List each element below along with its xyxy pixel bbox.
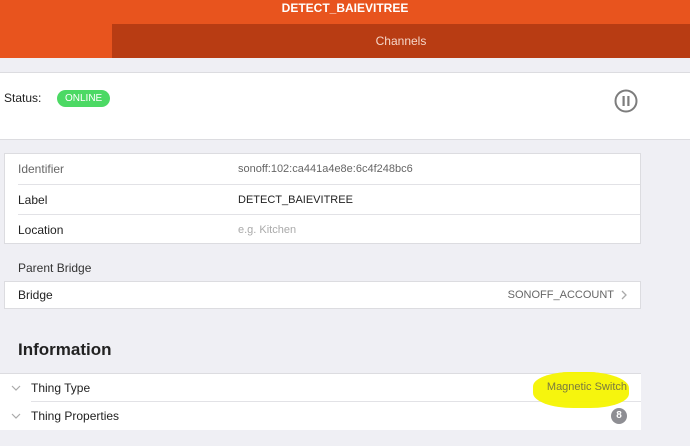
parent-bridge-header: Parent Bridge	[18, 261, 92, 275]
bridge-group: Bridge SONOFF_ACCOUNT	[4, 281, 641, 309]
chevron-right-icon	[621, 290, 627, 300]
bridge-value: SONOFF_ACCOUNT	[507, 289, 614, 301]
thing-properties-label: Thing Properties	[31, 409, 120, 423]
pause-icon[interactable]	[614, 89, 638, 113]
label-row[interactable]: Label DETECT_BAIEVITREE	[5, 185, 640, 215]
thing-details-group: Identifier sonoff:102:ca441a4e8e:6c4f248…	[4, 153, 641, 244]
bridge-label: Bridge	[18, 288, 53, 302]
status-card: Status: ONLINE	[0, 72, 690, 140]
location-row[interactable]: Location e.g. Kitchen	[5, 215, 640, 245]
chevron-down-icon	[11, 385, 21, 391]
thing-properties-row[interactable]: Thing Properties 8	[0, 402, 641, 430]
identifier-row: Identifier sonoff:102:ca441a4e8e:6c4f248…	[5, 154, 640, 184]
chevron-down-icon	[11, 413, 21, 419]
page-title: DETECT_BAIEVITREE	[281, 1, 409, 15]
information-heading: Information	[18, 340, 112, 359]
thing-type-value: Magnetic Switch	[546, 381, 627, 393]
properties-count-badge: 8	[611, 408, 627, 424]
location-field[interactable]: e.g. Kitchen	[238, 215, 296, 245]
tab-bar: Channels	[112, 24, 690, 58]
bridge-row[interactable]: Bridge SONOFF_ACCOUNT	[5, 282, 640, 308]
thing-type-label: Thing Type	[31, 381, 91, 395]
label-field[interactable]: DETECT_BAIEVITREE	[238, 185, 353, 215]
tab-channels[interactable]: Channels	[112, 24, 690, 58]
label-label: Label	[18, 193, 48, 207]
identifier-label: Identifier	[18, 162, 65, 176]
identifier-value: sonoff:102:ca441a4e8e:6c4f248bc6	[238, 163, 413, 175]
app-header: DETECT_BAIEVITREE Channels	[0, 0, 690, 58]
location-label: Location	[18, 223, 64, 237]
status-badge: ONLINE	[57, 90, 111, 107]
status-label: Status:	[4, 91, 42, 105]
